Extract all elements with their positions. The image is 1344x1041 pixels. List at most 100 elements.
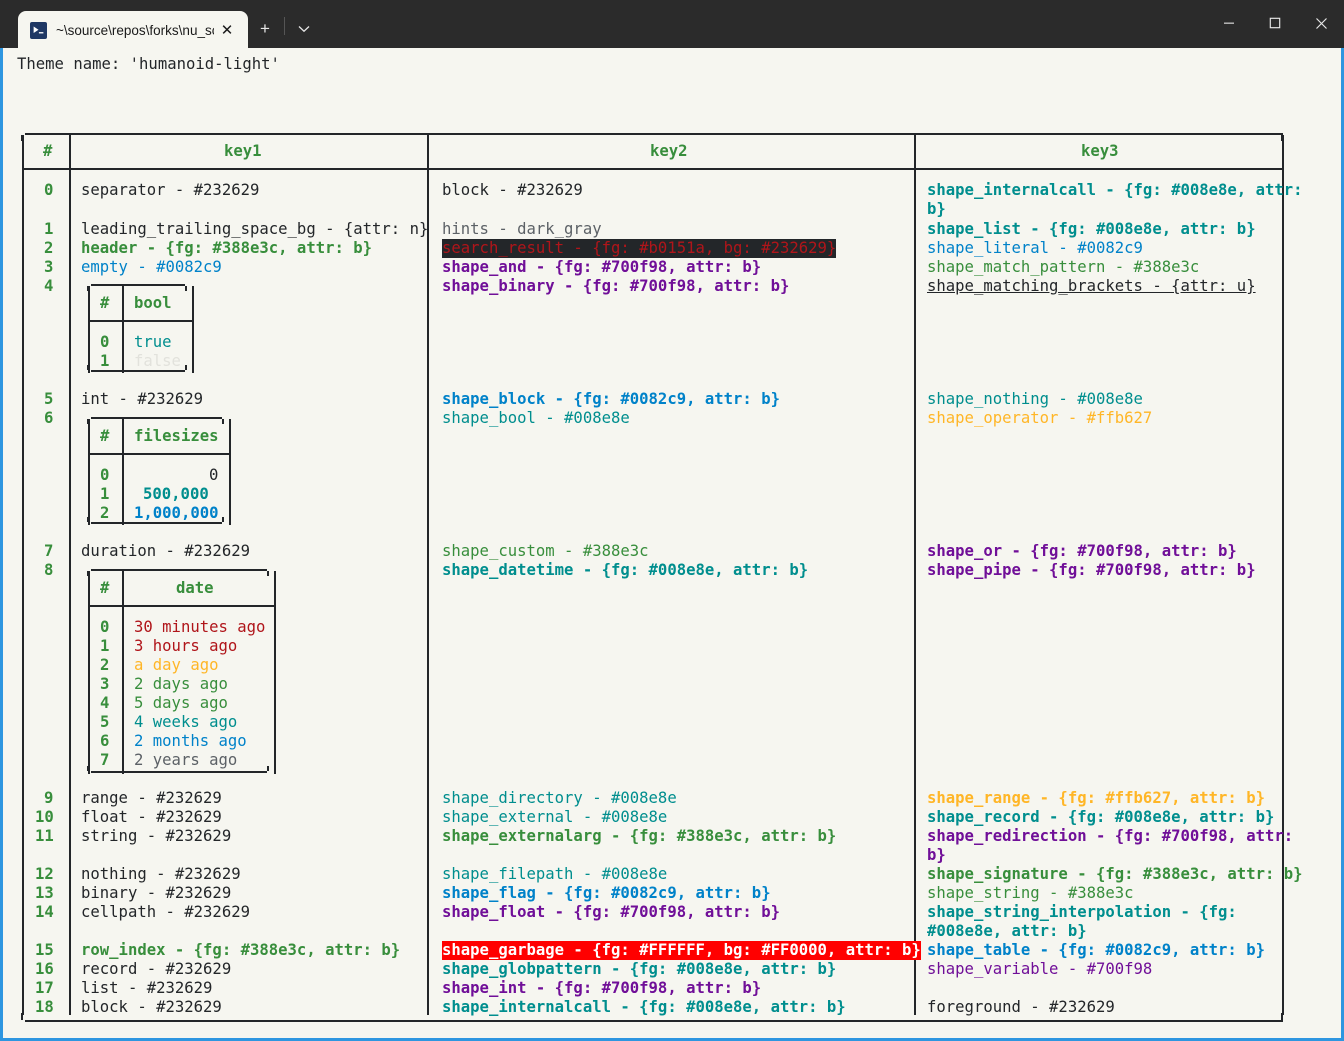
key1-string: string - #232629 — [81, 827, 232, 845]
row-index-15: 15 — [35, 941, 54, 959]
table-divider-key1-key2 — [427, 135, 429, 1015]
date-table-divider — [122, 571, 124, 774]
date-row3-index: 3 — [100, 675, 110, 693]
chevron-down-icon[interactable] — [287, 10, 321, 48]
date-row2-value: a day ago — [134, 656, 219, 674]
filesizes-table-top-border — [91, 417, 222, 419]
filesizes-table-divider — [122, 419, 124, 525]
key1-nothing: nothing - #232629 — [81, 865, 241, 883]
row-index-9: 9 — [44, 789, 54, 807]
bool-header-index: # — [100, 294, 110, 312]
bool-table-right — [192, 286, 194, 373]
theme-name-line: Theme name: 'humanoid-light' — [17, 55, 280, 73]
tab-strip: ~\source\repos\forks\nu_scrip ✕ + — [0, 0, 321, 49]
new-tab-button[interactable]: + — [248, 10, 282, 48]
close-tab-icon[interactable]: ✕ — [214, 17, 240, 43]
filesizes-table-header-separator — [88, 453, 230, 455]
key2-hints: hints - dark_gray — [442, 220, 602, 238]
key3-shape-pipe: shape_pipe - {fg: #700f98, attr: b} — [927, 561, 1256, 579]
key3-shape-match-pattern: shape_match_pattern - #388e3c — [927, 258, 1200, 276]
key3-shape-string-interpolation-l2: #008e8e, attr: b} — [927, 922, 1087, 940]
terminal-content: Theme name: 'humanoid-light' # key1 key2 — [3, 48, 1341, 1038]
key2-shape-binary: shape_binary - {fg: #700f98, attr: b} — [442, 277, 790, 295]
key1-duration: duration - #232629 — [81, 542, 250, 560]
filesizes-row2-value: 1,000,000 — [134, 504, 219, 522]
key2-shape-int: shape_int - {fg: #700f98, attr: b} — [442, 979, 762, 997]
key2-shape-flag: shape_flag - {fg: #0082c9, attr: b} — [442, 884, 771, 902]
bool-header-bool: bool — [134, 294, 172, 312]
header-index: # — [43, 142, 53, 160]
date-table-bottom-border — [91, 771, 267, 773]
table-top-border — [25, 133, 1283, 135]
key2-shape-globpattern: shape_globpattern - {fg: #008e8e, attr: … — [442, 960, 837, 978]
key2-shape-block: shape_block - {fg: #0082c9, attr: b} — [442, 390, 780, 408]
key1-leading-trailing-space-bg: leading_trailing_space_bg - {attr: n} — [81, 220, 429, 238]
date-row1-index: 1 — [100, 637, 110, 655]
key1-empty: empty - #0082c9 — [81, 258, 222, 276]
row-index-13: 13 — [35, 884, 54, 902]
key3-shape-table: shape_table - {fg: #0082c9, attr: b} — [927, 941, 1265, 959]
key2-shape-and: shape_and - {fg: #700f98, attr: b} — [442, 258, 762, 276]
key1-list: list - #232629 — [81, 979, 213, 997]
key2-block: block - #232629 — [442, 181, 583, 199]
bool-table-header-separator — [88, 320, 193, 322]
date-row6-index: 6 — [100, 732, 110, 750]
key2-search-result: search_result - {fg: #b0151a, bg: #23262… — [442, 239, 837, 259]
date-corner-tr — [267, 571, 269, 576]
tab-title: ~\source\repos\forks\nu_scrip — [56, 22, 214, 38]
key3-shape-string: shape_string - #388e3c — [927, 884, 1134, 902]
row-index-16: 16 — [35, 960, 54, 978]
maximize-button[interactable] — [1252, 0, 1298, 46]
terminal-viewport[interactable]: Theme name: 'humanoid-light' # key1 key2 — [0, 48, 1344, 1041]
key2-shape-custom: shape_custom - #388e3c — [442, 542, 649, 560]
tab-nushell[interactable]: ~\source\repos\forks\nu_scrip ✕ — [18, 11, 248, 49]
key2-shape-garbage: shape_garbage - {fg: #FFFFFF, bg: #FF000… — [442, 941, 921, 961]
filesizes-row2-index: 2 — [100, 504, 110, 522]
row-index-6: 6 — [44, 409, 54, 427]
terminal-window: ~\source\repos\forks\nu_scrip ✕ + T — [0, 0, 1344, 1041]
date-table-top-border — [91, 569, 267, 571]
date-row0-value: 30 minutes ago — [134, 618, 266, 636]
date-table-left — [88, 571, 90, 774]
date-row0-index: 0 — [100, 618, 110, 636]
key1-record: record - #232629 — [81, 960, 232, 978]
key3-shape-operator: shape_operator - #ffb627 — [927, 409, 1153, 427]
key2-shape-external: shape_external - #008e8e — [442, 808, 668, 826]
header-key3: key3 — [1081, 142, 1119, 160]
bool-corner-br — [185, 365, 187, 370]
title-bar: ~\source\repos\forks\nu_scrip ✕ + — [0, 0, 1344, 49]
row-index-10: 10 — [35, 808, 54, 826]
key1-float: float - #232629 — [81, 808, 222, 826]
key3-shape-signature: shape_signature - {fg: #388e3c, attr: b} — [927, 865, 1303, 883]
window-controls — [1206, 0, 1344, 46]
table-left-border — [22, 135, 24, 1015]
key3-shape-redirection-l2: b} — [927, 846, 946, 864]
key3-foreground: foreground - #232629 — [927, 998, 1115, 1016]
table-divider-key2-key3 — [914, 135, 916, 1015]
close-button[interactable] — [1298, 0, 1344, 46]
bool-corner-bl — [87, 365, 89, 370]
filesizes-row1-value: 500,000 — [143, 485, 209, 503]
filesizes-corner-br — [222, 517, 224, 522]
filesizes-header-index: # — [100, 427, 110, 445]
filesizes-table-right — [229, 419, 231, 525]
filesizes-corner-bl — [87, 517, 89, 522]
date-corner-br — [267, 766, 269, 771]
date-row1-value: 3 hours ago — [134, 637, 238, 655]
key3-shape-literal: shape_literal - #0082c9 — [927, 239, 1143, 257]
row-index-4: 4 — [44, 277, 54, 295]
date-header-index: # — [100, 579, 110, 597]
table-header-separator — [23, 168, 1283, 170]
row-index-17: 17 — [35, 979, 54, 997]
minimize-button[interactable] — [1206, 0, 1252, 46]
key3-shape-string-interpolation-l1: shape_string_interpolation - {fg: — [927, 903, 1237, 921]
key1-int: int - #232629 — [81, 390, 204, 408]
filesizes-row0-value: 0 — [209, 466, 219, 484]
key2-shape-filepath: shape_filepath - #008e8e — [442, 865, 668, 883]
key1-row-index: row_index - {fg: #388e3c, attr: b} — [81, 941, 401, 959]
key2-shape-internalcall: shape_internalcall - {fg: #008e8e, attr:… — [442, 998, 846, 1016]
header-key2: key2 — [650, 142, 688, 160]
bool-row0-index: 0 — [100, 333, 110, 351]
key1-range: range - #232629 — [81, 789, 222, 807]
bool-table-top-border — [91, 284, 185, 286]
